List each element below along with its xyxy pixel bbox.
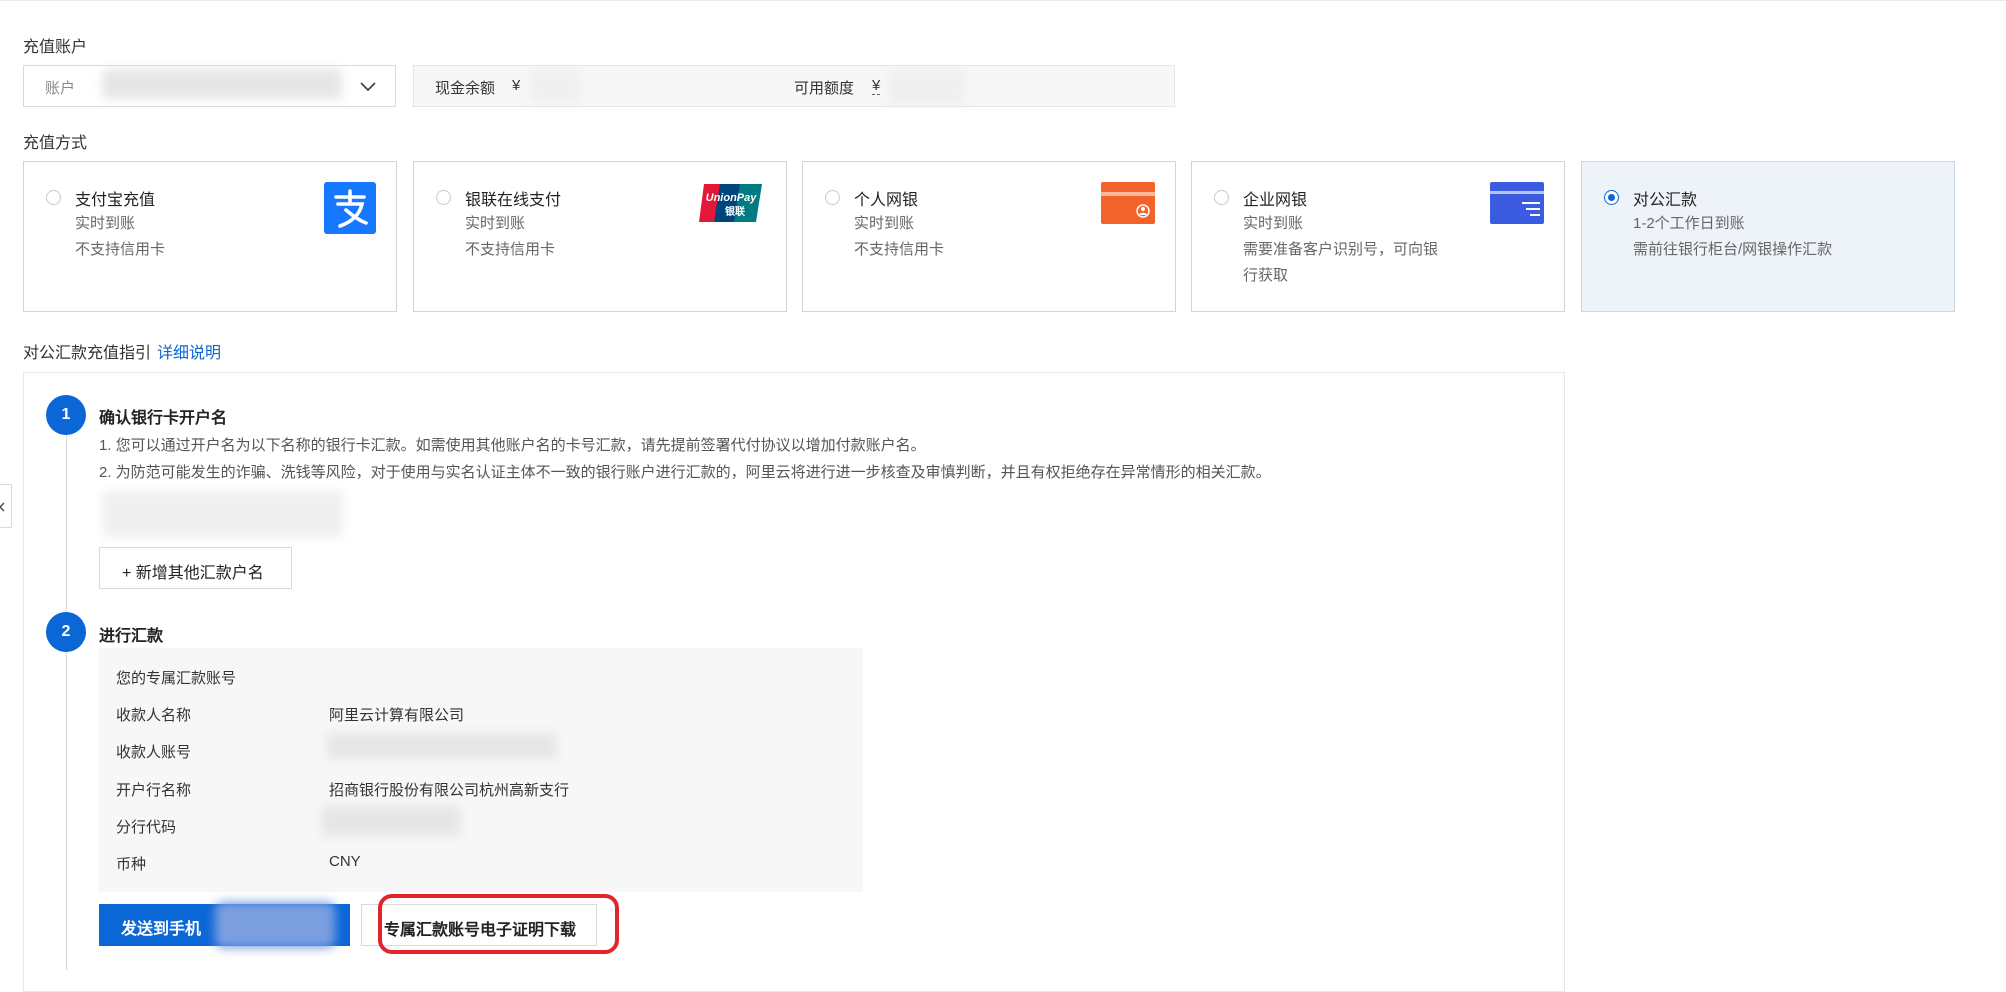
svg-text:UnionPay: UnionPay xyxy=(706,192,758,204)
method-card-corporate-transfer[interactable]: 对公汇款 1-2个工作日到账 需前往银行柜台/网银操作汇款 xyxy=(1581,161,1955,312)
masked-payee-account xyxy=(327,733,557,759)
method-title: 支付宝充值 xyxy=(75,192,156,209)
payee-name-label: 收款人名称 xyxy=(116,707,192,724)
personal-card-icon xyxy=(1101,182,1155,229)
masked-available-credit xyxy=(889,70,965,104)
cash-balance-currency: ¥ xyxy=(512,77,521,94)
account-select[interactable]: 账户 xyxy=(23,65,396,107)
method-card-alipay[interactable]: 支付宝充值 实时到账 不支持信用卡 xyxy=(23,161,397,312)
collapse-tab[interactable] xyxy=(0,484,12,528)
payee-name-value: 阿里云计算有限公司 xyxy=(329,707,465,724)
recharge-method-label: 充值方式 xyxy=(23,135,88,152)
step-2-title: 进行汇款 xyxy=(99,628,164,645)
alipay-logo-icon xyxy=(324,182,376,239)
recharge-account-label: 充值账户 xyxy=(23,39,88,56)
masked-account-name xyxy=(102,69,342,99)
timeline-line xyxy=(66,652,67,970)
step-1-badge: 1 xyxy=(46,395,86,435)
available-credit-currency: ¥ xyxy=(872,77,881,95)
send-to-phone-label: 发送到手机 xyxy=(121,921,202,938)
radio-alipay[interactable] xyxy=(46,190,61,205)
step-1-title: 确认银行卡开户名 xyxy=(99,410,228,427)
guide-detail-link[interactable]: 详细说明 xyxy=(157,345,221,362)
method-title: 银联在线支付 xyxy=(465,192,562,209)
add-remitter-name-button[interactable]: + 新增其他汇款户名 xyxy=(99,547,292,589)
masked-account-holder-name xyxy=(103,491,343,537)
currency-label: 币种 xyxy=(116,856,147,873)
radio-enterprise-bank[interactable] xyxy=(1214,190,1229,205)
highlight-outline xyxy=(378,894,619,954)
dedicated-account-panel: 您的专属汇款账号 收款人名称 阿里云计算有限公司 收款人账号 开户行名称 招商银… xyxy=(99,648,863,892)
account-select-label: 账户 xyxy=(45,80,76,97)
method-title: 对公汇款 xyxy=(1633,192,1698,209)
method-desc: 不支持信用卡 xyxy=(75,241,166,258)
payee-account-label: 收款人账号 xyxy=(116,744,192,761)
cash-balance-label: 现金余额 xyxy=(435,80,496,97)
method-card-unionpay[interactable]: 银联在线支付 实时到账 不支持信用卡 UnionPay 银联 xyxy=(413,161,787,312)
method-desc: 需前往银行柜台/网银操作汇款 xyxy=(1633,241,1833,258)
bank-name-label: 开户行名称 xyxy=(116,782,192,799)
available-credit-label: 可用额度 xyxy=(794,80,855,97)
top-divider xyxy=(0,0,2006,1)
step-1-note-1: 1. 您可以通过开户名为以下名称的银行卡汇款。如需使用其他账户名的卡号汇款，请先… xyxy=(99,437,926,454)
step-2-badge: 2 xyxy=(46,612,86,652)
timeline-line xyxy=(66,434,67,614)
radio-unionpay[interactable] xyxy=(436,190,451,205)
method-title: 企业网银 xyxy=(1243,192,1308,209)
method-desc: 不支持信用卡 xyxy=(465,241,556,258)
method-title: 个人网银 xyxy=(854,192,919,209)
svg-text:银联: 银联 xyxy=(725,205,745,218)
method-desc: 实时到账 xyxy=(1243,215,1304,232)
enterprise-card-icon xyxy=(1490,182,1544,229)
currency-value: CNY xyxy=(329,853,361,870)
method-card-enterprise-bank[interactable]: 企业网银 实时到账 需要准备客户识别号，可向银 行获取 xyxy=(1191,161,1565,312)
dedicated-account-title: 您的专属汇款账号 xyxy=(116,670,237,687)
balance-display: 现金余额 ¥ 可用额度 ¥ xyxy=(413,65,1175,107)
method-desc: 实时到账 xyxy=(465,215,526,232)
masked-cash-balance xyxy=(530,70,580,102)
method-desc: 不支持信用卡 xyxy=(854,241,945,258)
method-desc: 需要准备客户识别号，可向银 xyxy=(1243,241,1439,258)
unionpay-logo-icon: UnionPay 银联 xyxy=(698,182,764,229)
bank-name-value: 招商银行股份有限公司杭州高新支行 xyxy=(329,782,570,799)
method-desc: 行获取 xyxy=(1243,267,1289,284)
masked-phone-number xyxy=(215,902,335,948)
chevron-down-icon xyxy=(359,79,377,98)
masked-branch-code xyxy=(321,806,461,836)
guide-title: 对公汇款充值指引 详细说明 xyxy=(23,339,221,363)
method-desc: 实时到账 xyxy=(75,215,136,232)
method-desc: 1-2个工作日到账 xyxy=(1633,215,1745,232)
branch-code-label: 分行代码 xyxy=(116,819,177,836)
radio-personal-bank[interactable] xyxy=(825,190,840,205)
method-desc: 实时到账 xyxy=(854,215,915,232)
guide-title-text: 对公汇款充值指引 xyxy=(23,345,152,362)
method-card-personal-bank[interactable]: 个人网银 实时到账 不支持信用卡 xyxy=(802,161,1176,312)
step-1-note-2: 2. 为防范可能发生的诈骗、洗钱等风险，对于使用与实名认证主体不一致的银行账户进… xyxy=(99,464,1271,481)
add-remitter-name-label: + 新增其他汇款户名 xyxy=(122,565,264,582)
radio-corporate-transfer[interactable] xyxy=(1604,190,1619,205)
send-to-phone-button[interactable]: 发送到手机 xyxy=(99,902,350,948)
